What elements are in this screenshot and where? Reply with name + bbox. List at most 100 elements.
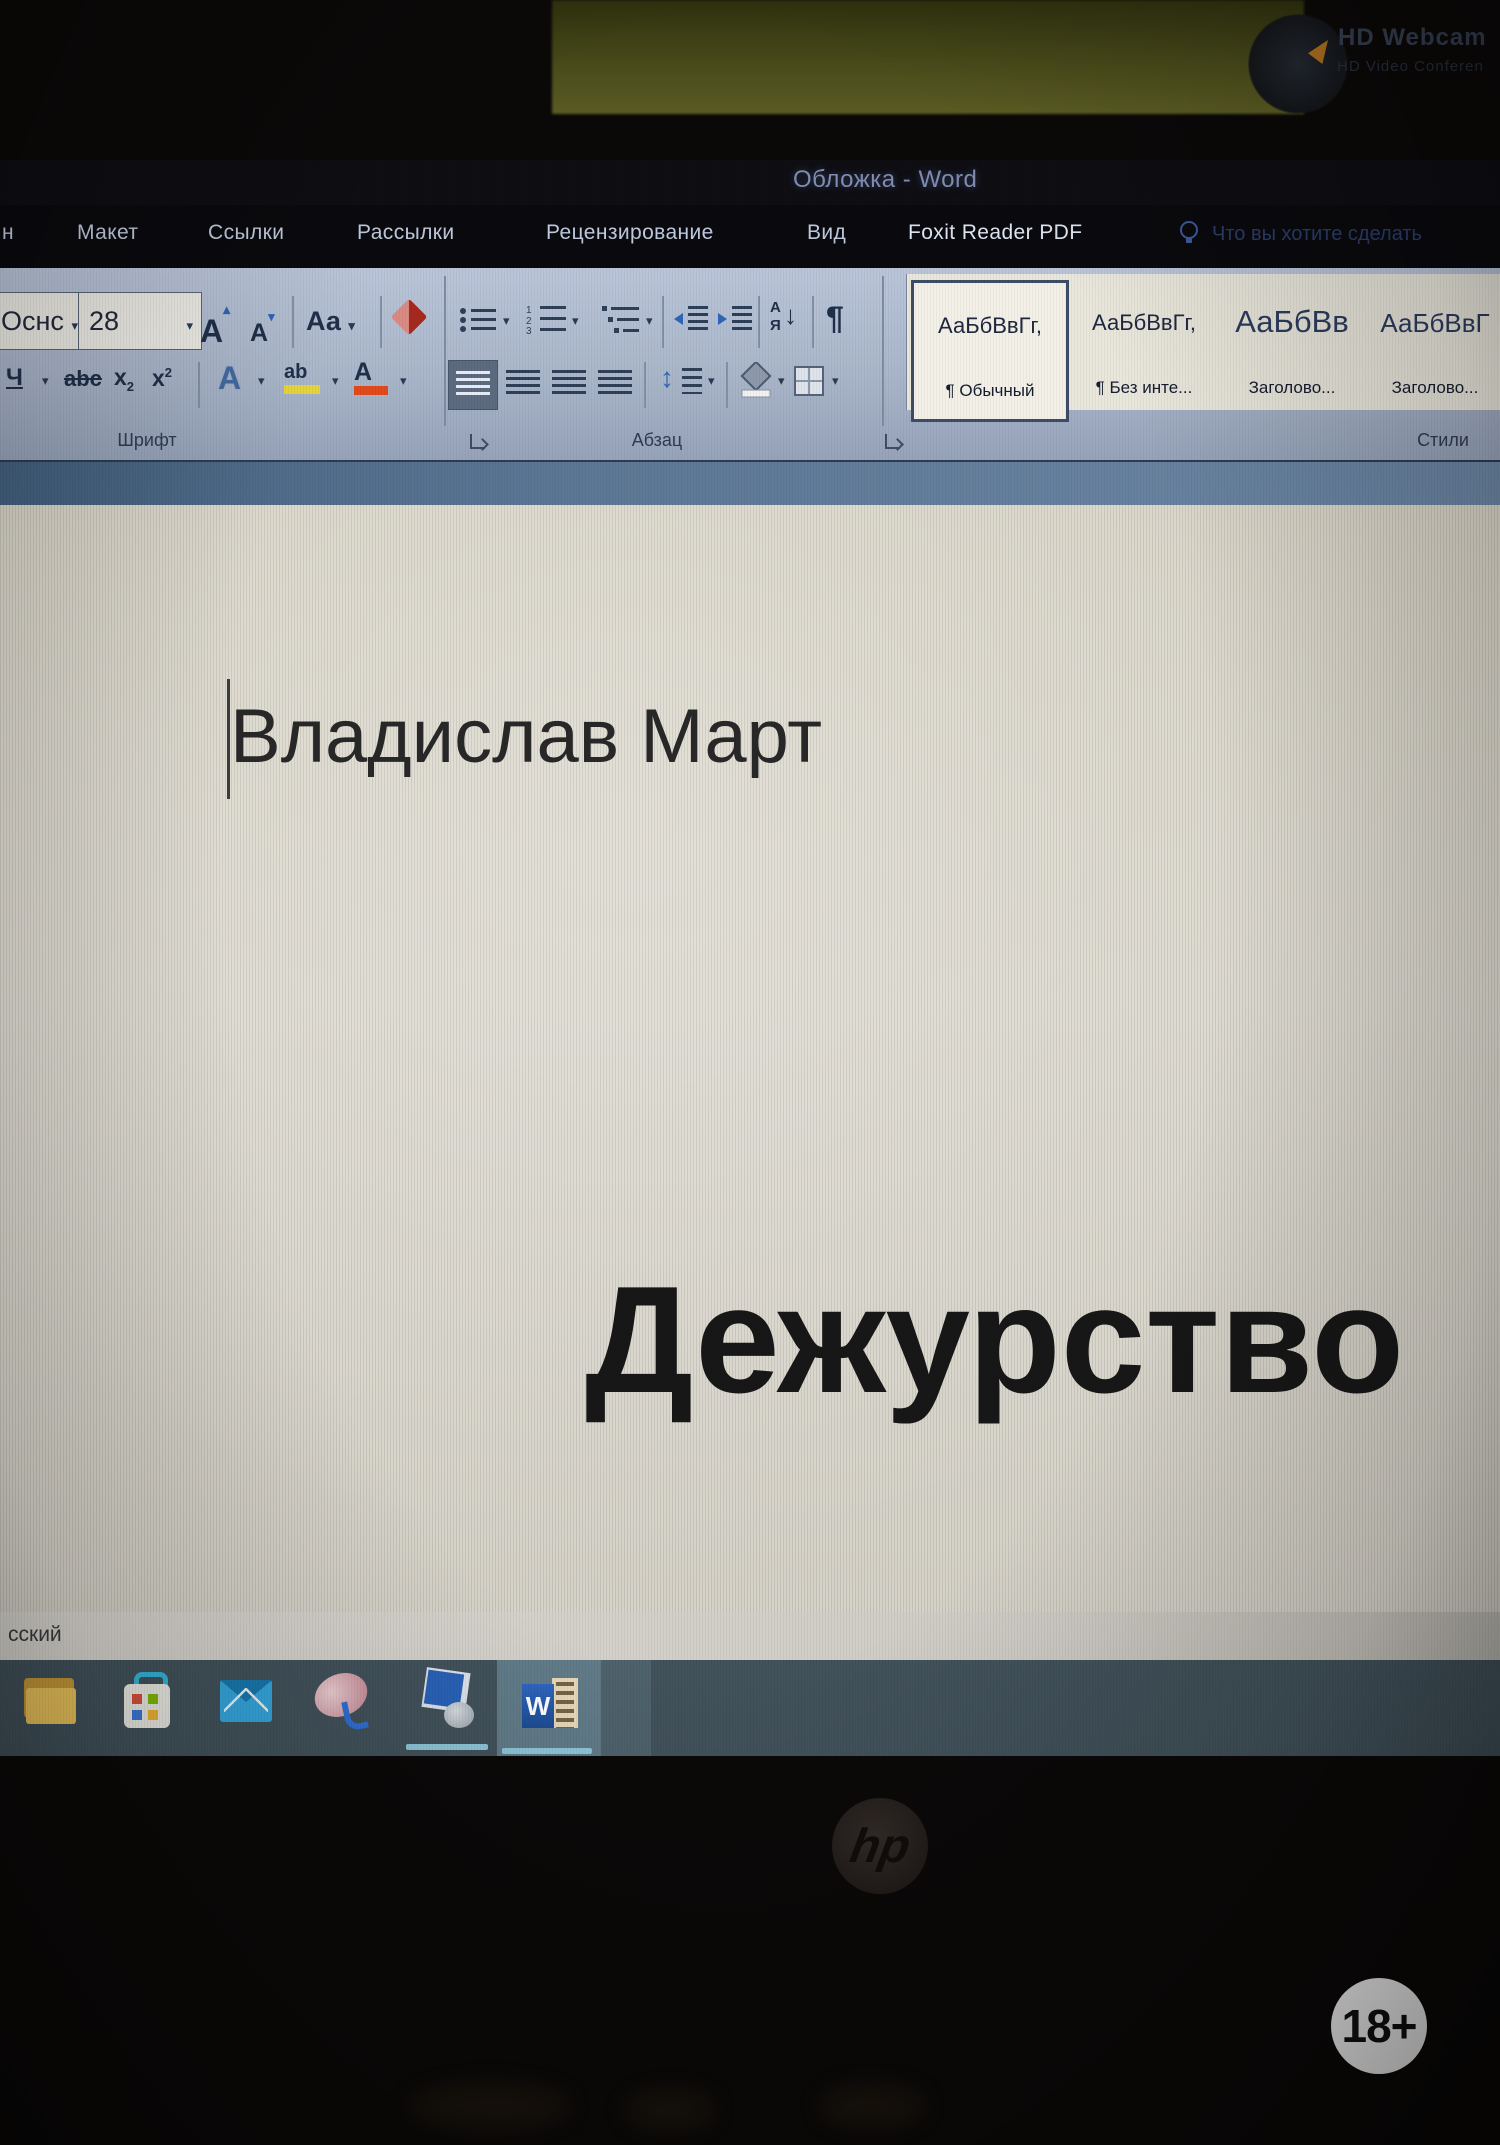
divider — [662, 296, 664, 348]
bullets-icon[interactable] — [458, 306, 498, 334]
divider — [292, 296, 294, 348]
line-spacing-button[interactable]: ↕ — [660, 364, 702, 394]
document-title-text[interactable]: Дежурство — [585, 1253, 1404, 1428]
subscript-small: 2 — [126, 379, 135, 394]
subscript-glyph: x — [114, 364, 127, 390]
title-bar: Обложка - Word — [0, 160, 1500, 205]
underline-button[interactable]: Ч — [6, 366, 23, 390]
ribbon: Оснс 28 А▴ А▾ Аа 1 2 3 — [0, 268, 1500, 463]
highlight-color-bar — [284, 385, 320, 394]
word-letter-block: W — [522, 1684, 554, 1728]
envelope-v-shape — [224, 1688, 268, 1712]
square-shape — [148, 1710, 158, 1720]
chevron-down-icon[interactable] — [572, 312, 579, 330]
align-left-icon — [456, 371, 490, 399]
folder-front-shape — [26, 1688, 76, 1724]
document-page[interactable]: Владислав Март Дежурство — [0, 505, 1500, 1612]
chevron-down-icon[interactable] — [503, 312, 510, 330]
file-explorer-icon[interactable] — [24, 1674, 78, 1730]
window-title: Обложка - Word — [793, 166, 978, 193]
group-label-styles: Стили — [1417, 430, 1469, 450]
background-green-object — [552, 0, 1304, 114]
style-label: Заголово... — [1391, 378, 1479, 397]
sticker-line1: HD Webcam — [1338, 24, 1487, 51]
justify-icon[interactable] — [598, 370, 632, 398]
grow-font-button[interactable]: А▴ — [200, 302, 230, 347]
shrink-font-button[interactable]: А▾ — [250, 310, 275, 346]
style-card-no-spacing[interactable]: АаБбВвГг, ¶ Без инте... — [1073, 280, 1215, 416]
tab-references[interactable]: Ссылки — [208, 221, 284, 245]
subscript-button[interactable]: x2 — [114, 364, 135, 394]
increase-indent-icon[interactable] — [716, 304, 754, 334]
language-indicator[interactable]: сский — [8, 1623, 62, 1647]
chevron-down-icon[interactable] — [332, 372, 339, 390]
align-right-icon[interactable] — [552, 370, 586, 398]
paint-hook-shape — [341, 1698, 369, 1732]
align-left-button[interactable] — [448, 360, 498, 410]
chevron-down-icon[interactable] — [400, 372, 407, 390]
tab-design-partial[interactable]: н — [2, 221, 14, 245]
chevron-down-icon[interactable] — [42, 372, 49, 390]
numbering-icon[interactable]: 1 2 3 — [526, 304, 568, 334]
text-effects-button[interactable]: А — [218, 362, 241, 394]
divider — [644, 362, 646, 408]
chevron-down-icon[interactable] — [832, 372, 839, 390]
taskbar: W — [0, 1660, 1500, 1756]
group-label-font: Шрифт — [117, 430, 177, 450]
style-preview: АаБбВвГ — [1380, 308, 1490, 338]
taskbar-strip — [601, 1660, 651, 1756]
font-size-combobox[interactable]: 28 — [78, 292, 202, 350]
style-card-heading1[interactable]: АаБбВв Заголово... — [1219, 280, 1365, 416]
clear-formatting-icon[interactable] — [390, 298, 428, 336]
tab-review[interactable]: Рецензирование — [546, 221, 714, 245]
style-card-normal[interactable]: АаБбВвГг, ¶ Обычный — [911, 280, 1069, 422]
highlight-glyph: ab — [284, 361, 308, 383]
mail-icon[interactable] — [220, 1674, 272, 1726]
bezel-reflection — [625, 2092, 715, 2128]
align-center-icon[interactable] — [506, 370, 540, 398]
chevron-down-icon[interactable] — [646, 312, 653, 330]
this-pc-icon[interactable] — [420, 1667, 478, 1732]
decrease-indent-icon[interactable] — [672, 304, 710, 334]
style-preview: АаБбВвГг, — [938, 313, 1042, 338]
dialog-launcher-icon[interactable] — [885, 434, 900, 449]
chevron-down-icon[interactable] — [708, 372, 715, 390]
dialog-launcher-icon[interactable] — [470, 434, 485, 449]
font-name-combobox[interactable]: Оснс — [0, 292, 82, 350]
word-icon[interactable]: W — [522, 1672, 580, 1734]
styles-gallery: АаБбВвГг, ¶ Обычный АаБбВвГг, ¶ Без инте… — [906, 274, 1500, 422]
show-marks-button[interactable]: ¶ — [826, 302, 844, 334]
borders-icon[interactable] — [794, 366, 824, 396]
tell-me-bulb-icon[interactable] — [1180, 221, 1198, 243]
tab-view[interactable]: Вид — [807, 221, 846, 245]
font-color-button[interactable]: А — [354, 360, 388, 395]
highlight-color-button[interactable]: ab — [284, 362, 320, 394]
strikethrough-button[interactable]: abc — [64, 368, 102, 390]
style-card-heading2[interactable]: АаБбВвГ Заголово... — [1369, 280, 1500, 416]
chevron-down-icon[interactable] — [778, 372, 785, 390]
tab-layout[interactable]: Макет — [77, 221, 138, 245]
group-separator — [444, 276, 446, 426]
shading-bucket-icon[interactable] — [738, 362, 774, 398]
svg-text:1: 1 — [526, 305, 532, 316]
laptop-screen: Обложка - Word н Макет Ссылки Рассылки Р… — [0, 160, 1500, 1756]
change-case-button[interactable]: Аа — [306, 306, 355, 336]
tell-me-box[interactable]: Что вы хотите сделать — [1212, 223, 1422, 246]
tab-mailings[interactable]: Рассылки — [357, 221, 454, 245]
chevron-down-icon[interactable] — [258, 372, 265, 390]
tab-foxit-pdf[interactable]: Foxit Reader PDF — [908, 221, 1082, 245]
superscript-button[interactable]: x2 — [152, 366, 172, 390]
divider — [812, 296, 814, 348]
paint-3d-icon[interactable] — [308, 1665, 374, 1732]
pc-globe-shape — [444, 1702, 474, 1728]
running-app-indicator — [502, 1748, 592, 1754]
multilevel-list-icon[interactable] — [602, 304, 642, 334]
sort-letter-top: А — [770, 299, 781, 316]
word-page-shape — [552, 1678, 578, 1728]
document-author-text[interactable]: Владислав Март — [230, 691, 822, 782]
divider — [758, 296, 760, 348]
age-rating-badge: 18+ — [1331, 1978, 1427, 2074]
down-arrow-icon: ↓ — [784, 300, 797, 330]
hp-logo-text: hp — [845, 1819, 914, 1873]
microsoft-store-icon[interactable] — [122, 1670, 174, 1730]
